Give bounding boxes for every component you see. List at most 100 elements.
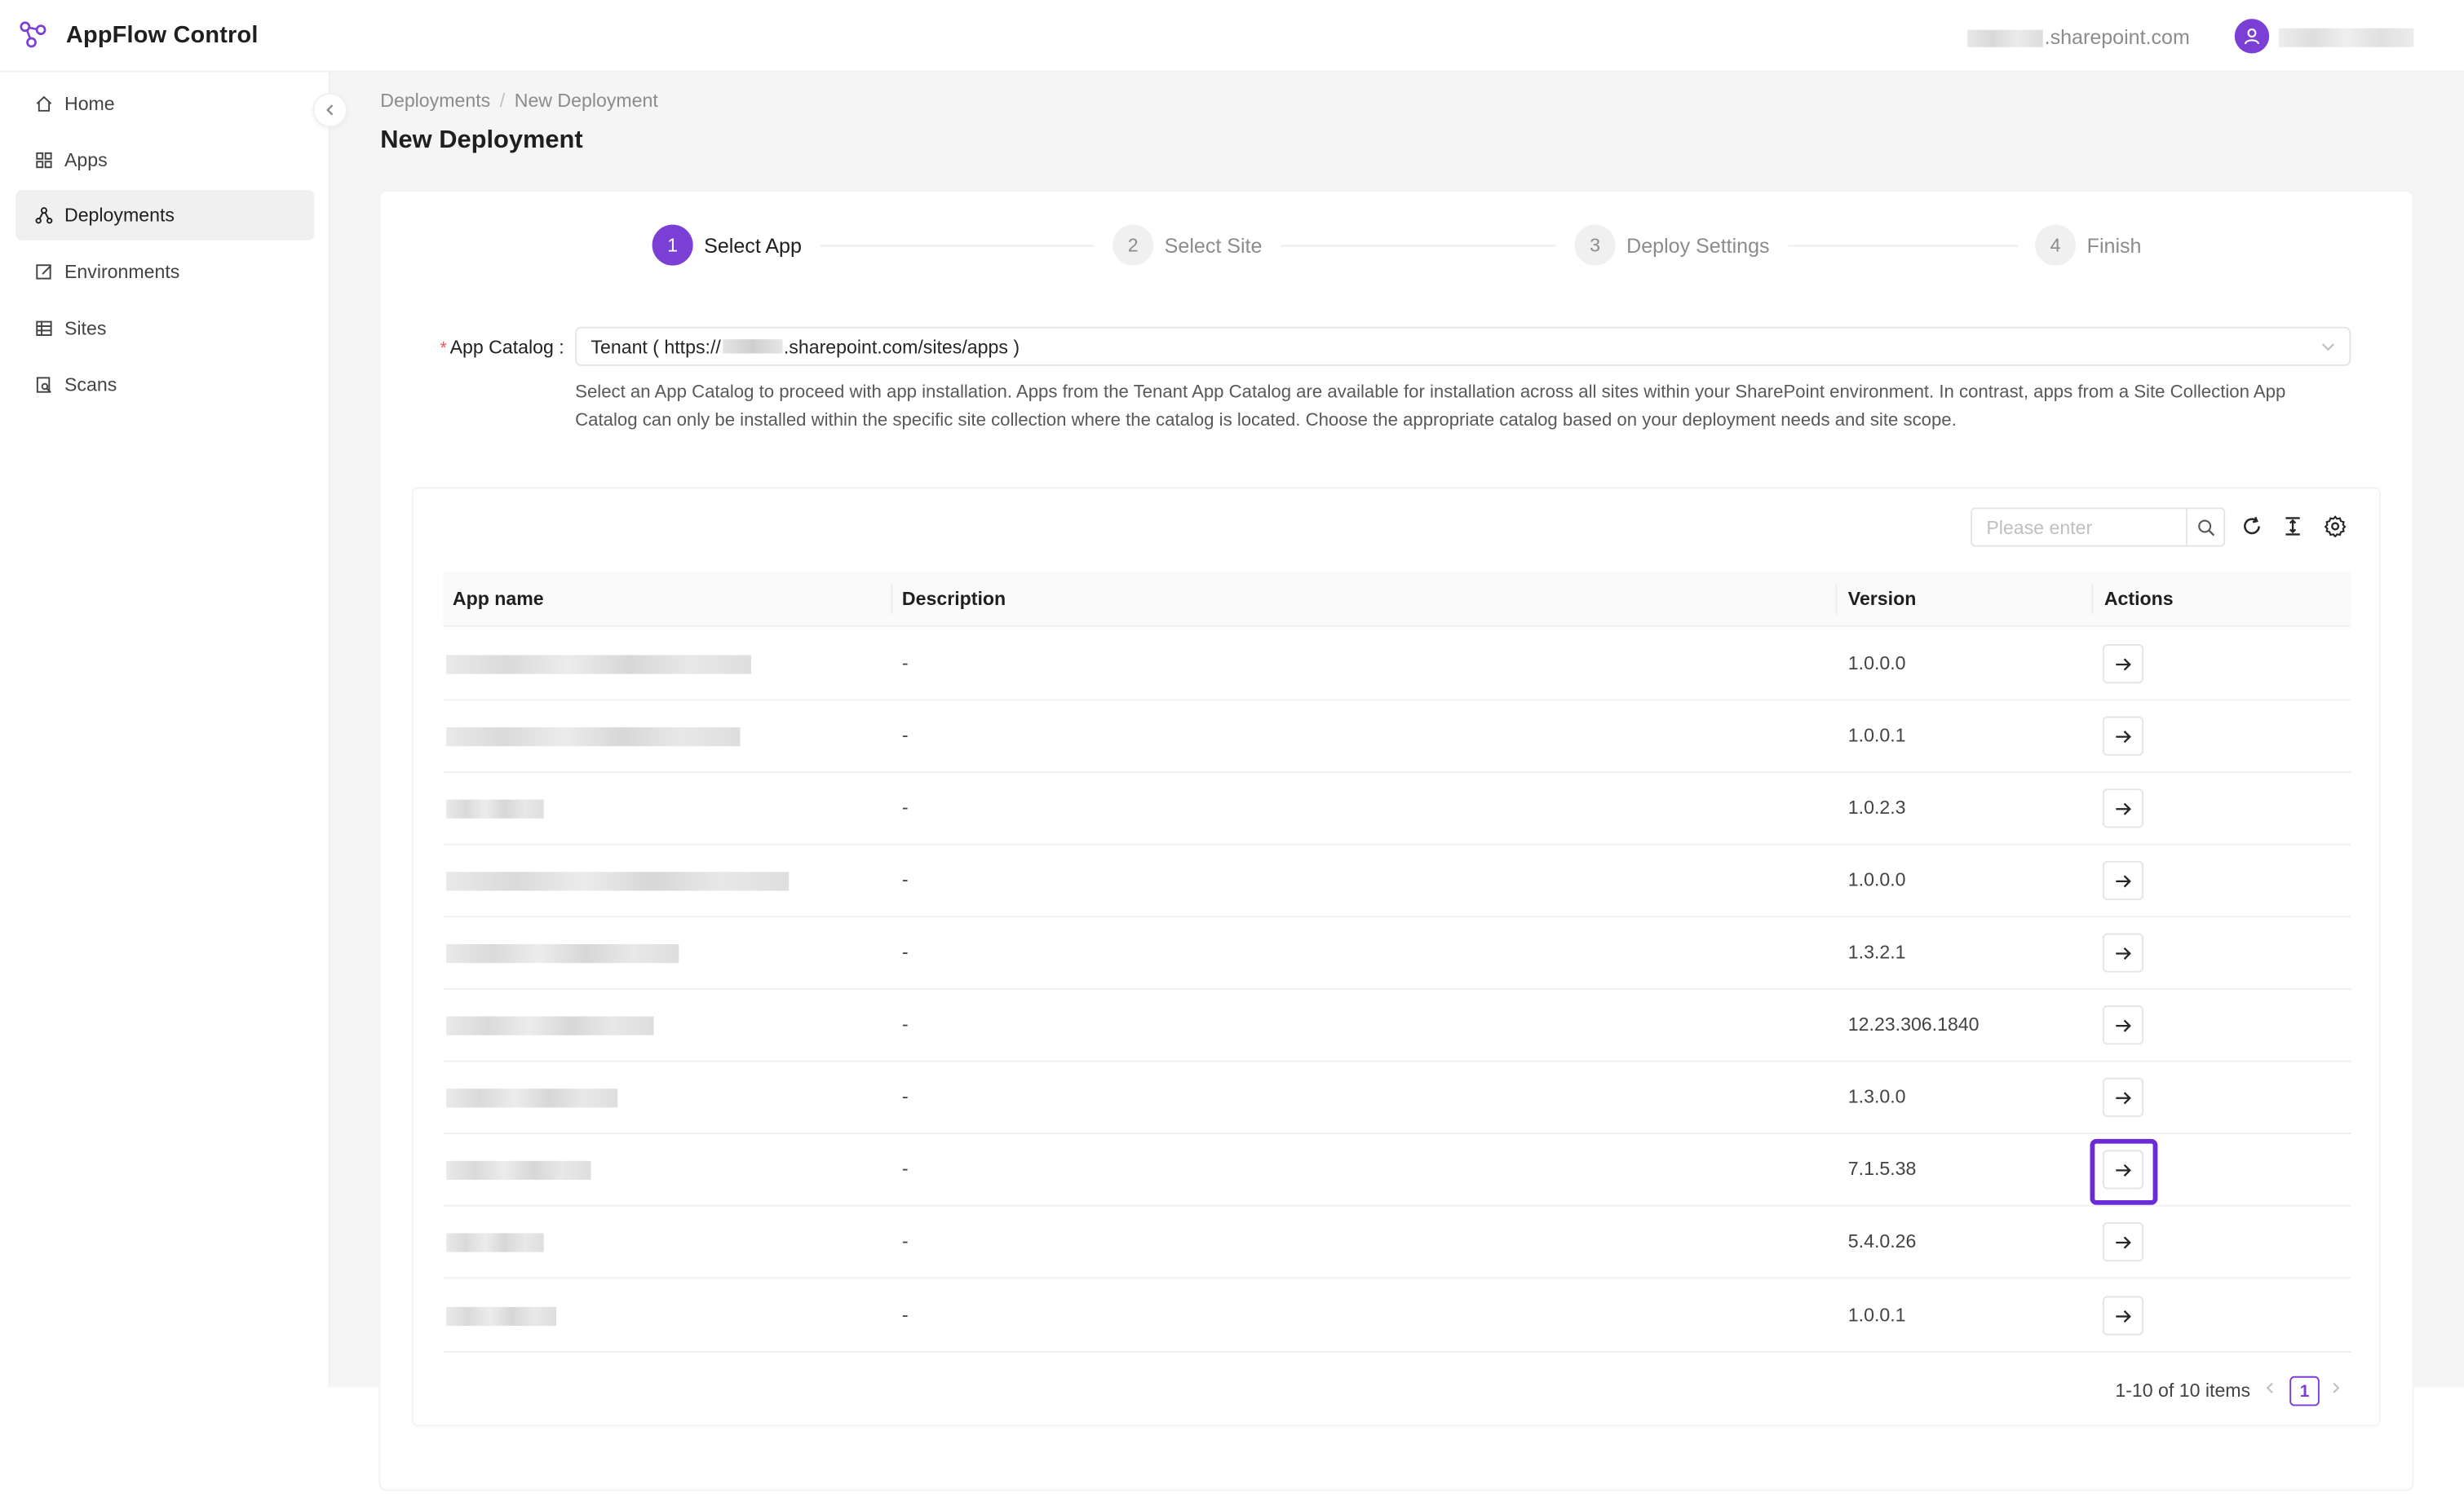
step-label: Finish <box>2086 233 2142 258</box>
app-description: - <box>901 1304 909 1327</box>
pagination-next-button[interactable] <box>2329 1378 2342 1400</box>
sidebar-item-label: Home <box>64 92 115 115</box>
app-version: 1.0.0.1 <box>1847 1304 1906 1327</box>
select-app-button[interactable] <box>2102 716 2144 756</box>
redacted-app-name <box>446 727 741 747</box>
arrow-right-icon <box>2116 1235 2131 1248</box>
table-row: - 1.3.0.0 <box>443 1062 2351 1135</box>
app-description: - <box>901 1013 909 1036</box>
app-version: 5.4.0.26 <box>1847 1230 1917 1252</box>
refresh-button[interactable] <box>2240 514 2265 539</box>
column-height-icon <box>2285 517 2300 536</box>
search-input[interactable] <box>1972 509 2187 545</box>
breadcrumb-separator: / <box>499 89 506 112</box>
apps-grid-icon <box>36 152 52 169</box>
sidebar-item-label: Apps <box>64 149 108 172</box>
catalog-value-prefix: Tenant ( https:// <box>591 335 721 358</box>
sidebar-item-apps[interactable]: Apps <box>15 135 314 186</box>
pagination-page-1[interactable]: 1 <box>2289 1376 2320 1406</box>
page-title: New Deployment <box>380 127 583 154</box>
pagination-prev-button[interactable] <box>2263 1378 2276 1400</box>
arrow-right-icon <box>2116 657 2131 670</box>
select-app-button[interactable] <box>2102 1077 2144 1117</box>
table-settings-button[interactable] <box>2323 514 2348 539</box>
arrow-right-icon <box>2116 946 2131 960</box>
sidebar-item-environments[interactable]: Environments <box>15 246 314 297</box>
table-row: - 5.4.0.26 <box>443 1207 2351 1279</box>
app-description: - <box>901 796 909 819</box>
search-icon <box>2197 519 2214 536</box>
redacted-app-name <box>446 872 790 891</box>
collapse-sidebar-button[interactable] <box>312 92 347 128</box>
table-row: - 1.0.0.0 <box>443 629 2351 701</box>
gear-icon <box>2324 515 2347 537</box>
sidebar-item-label: Deployments <box>64 204 175 227</box>
column-header-description[interactable]: Description <box>902 588 1006 610</box>
pagination-summary: 1-10 of 10 items <box>2115 1379 2251 1402</box>
sidebar-item-label: Environments <box>64 260 180 283</box>
column-header-version[interactable]: Version <box>1848 588 1917 610</box>
table-row: - 1.0.0.1 <box>443 1280 2351 1353</box>
column-divider <box>2091 584 2094 615</box>
app-description: - <box>901 1085 909 1108</box>
sidebar-item-home[interactable]: Home <box>15 78 314 129</box>
search-box <box>1971 507 2226 547</box>
redacted-app-name <box>446 1016 654 1036</box>
app-version: 12.23.306.1840 <box>1847 1013 1980 1036</box>
breadcrumb-current: New Deployment <box>514 89 658 112</box>
app-description: - <box>901 1157 909 1180</box>
step-deploy-settings: 3 Deploy Settings <box>1574 224 1770 266</box>
sidebar-item-deployments[interactable]: Deployments <box>15 190 315 241</box>
step-connector <box>1788 245 2018 247</box>
table-row: - 7.1.5.38 <box>443 1134 2351 1207</box>
sidebar-item-scans[interactable]: Scans <box>15 360 314 410</box>
breadcrumb-deployments-link[interactable]: Deployments <box>380 90 490 112</box>
sidebar-item-sites[interactable]: Sites <box>15 303 314 354</box>
edit-icon <box>36 264 52 280</box>
select-app-button[interactable] <box>2102 788 2144 828</box>
tenant-domain: .sharepoint.com <box>1967 25 2190 49</box>
app-version: 1.0.2.3 <box>1847 796 1906 819</box>
redacted-app-name <box>446 799 544 819</box>
catalog-value-suffix: .sharepoint.com/sites/apps ) <box>783 335 1020 358</box>
table-row: - 1.3.2.1 <box>443 917 2351 990</box>
redacted-app-name <box>446 1160 591 1180</box>
app-catalog-label: * App Catalog : <box>440 336 564 359</box>
column-header-app-name[interactable]: App name <box>453 588 544 610</box>
table-row: - 1.0.0.1 <box>443 700 2351 773</box>
table-row: - 1.0.0.0 <box>443 846 2351 918</box>
app-description: - <box>901 868 909 891</box>
app-description: - <box>901 651 909 674</box>
column-header-actions: Actions <box>2103 587 2174 610</box>
app-version: 1.0.0.0 <box>1847 651 1906 674</box>
step-number: 2 <box>1113 224 1154 266</box>
select-app-button[interactable] <box>2102 933 2144 973</box>
arrow-right-icon <box>2116 1018 2131 1031</box>
sidebar-item-label: Scans <box>64 373 117 396</box>
scan-icon <box>36 377 51 393</box>
select-app-button[interactable] <box>2102 1150 2144 1190</box>
step-select-site: 2 Select Site <box>1113 224 1263 266</box>
select-app-button[interactable] <box>2102 860 2144 900</box>
app-description: - <box>901 941 909 964</box>
user-icon <box>2244 28 2260 45</box>
chevron-left-icon <box>326 104 334 116</box>
step-label: Select Site <box>1164 233 1263 258</box>
redacted-text <box>1967 29 2043 47</box>
arrow-right-icon <box>2116 874 2131 887</box>
avatar[interactable] <box>2234 19 2270 54</box>
density-button[interactable] <box>2280 514 2306 539</box>
search-button[interactable] <box>2186 509 2223 545</box>
app-catalog-select[interactable]: Tenant ( https:// .sharepoint.com/sites/a… <box>575 326 2351 366</box>
app-description: - <box>901 1230 909 1252</box>
select-app-button[interactable] <box>2102 1221 2144 1262</box>
redacted-username[interactable] <box>2278 28 2414 47</box>
logo-icon <box>20 21 46 48</box>
top-header: AppFlow Control .sharepoint.com <box>0 0 2464 73</box>
select-app-button[interactable] <box>2102 643 2144 684</box>
select-app-button[interactable] <box>2102 1296 2144 1336</box>
arrow-right-icon <box>2116 1309 2131 1323</box>
step-number: 3 <box>1574 224 1616 266</box>
select-app-button[interactable] <box>2102 1005 2144 1045</box>
redacted-app-name <box>446 1307 557 1327</box>
